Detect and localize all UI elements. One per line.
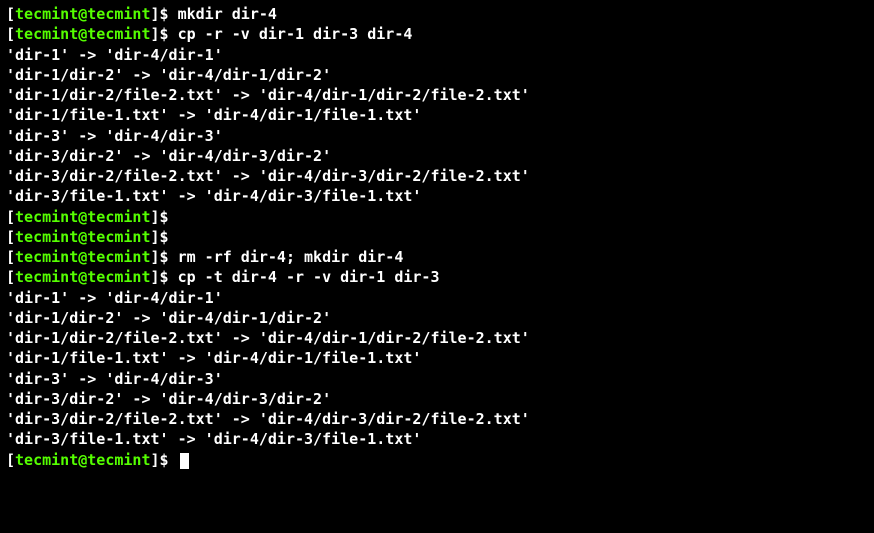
prompt-close-bracket: ] [151, 228, 160, 246]
terminal-line: [tecmint@tecmint]$ [6, 207, 868, 227]
output-text: 'dir-1/dir-2/file-2.txt' -> 'dir-4/dir-1… [6, 329, 530, 347]
command-text [169, 228, 178, 246]
terminal-line: 'dir-1/dir-2' -> 'dir-4/dir-1/dir-2' [6, 65, 868, 85]
prompt-close-bracket: ] [151, 208, 160, 226]
output-text: 'dir-3/file-1.txt' -> 'dir-4/dir-3/file-… [6, 430, 421, 448]
prompt-user-host: tecmint@tecmint [15, 451, 150, 469]
terminal-line: [tecmint@tecmint]$ [6, 450, 868, 470]
output-text: 'dir-3/file-1.txt' -> 'dir-4/dir-3/file-… [6, 187, 421, 205]
terminal-line: 'dir-3/dir-2' -> 'dir-4/dir-3/dir-2' [6, 146, 868, 166]
terminal-line: 'dir-1/dir-2' -> 'dir-4/dir-1/dir-2' [6, 308, 868, 328]
terminal-line: 'dir-1/dir-2/file-2.txt' -> 'dir-4/dir-1… [6, 85, 868, 105]
prompt-user-host: tecmint@tecmint [15, 248, 150, 266]
terminal-line: [tecmint@tecmint]$ cp -r -v dir-1 dir-3 … [6, 24, 868, 44]
output-text: 'dir-1/dir-2' -> 'dir-4/dir-1/dir-2' [6, 309, 331, 327]
terminal-line: 'dir-3/dir-2/file-2.txt' -> 'dir-4/dir-3… [6, 166, 868, 186]
terminal-line: 'dir-3' -> 'dir-4/dir-3' [6, 126, 868, 146]
terminal-output[interactable]: [tecmint@tecmint]$ mkdir dir-4[tecmint@t… [6, 4, 868, 470]
prompt-dollar: $ [160, 228, 169, 246]
terminal-line: 'dir-3/dir-2' -> 'dir-4/dir-3/dir-2' [6, 389, 868, 409]
prompt-user-host: tecmint@tecmint [15, 228, 150, 246]
terminal-line: 'dir-3' -> 'dir-4/dir-3' [6, 369, 868, 389]
terminal-line: 'dir-1' -> 'dir-4/dir-1' [6, 288, 868, 308]
prompt-open-bracket: [ [6, 5, 15, 23]
command-text: rm -rf dir-4; mkdir dir-4 [169, 248, 404, 266]
terminal-line: 'dir-3/dir-2/file-2.txt' -> 'dir-4/dir-3… [6, 409, 868, 429]
prompt-open-bracket: [ [6, 208, 15, 226]
output-text: 'dir-3/dir-2/file-2.txt' -> 'dir-4/dir-3… [6, 167, 530, 185]
command-text: mkdir dir-4 [169, 5, 277, 23]
terminal-line: 'dir-1/file-1.txt' -> 'dir-4/dir-1/file-… [6, 105, 868, 125]
prompt-close-bracket: ] [151, 5, 160, 23]
prompt-open-bracket: [ [6, 451, 15, 469]
terminal-line: [tecmint@tecmint]$ [6, 227, 868, 247]
prompt-dollar: $ [160, 248, 169, 266]
prompt-open-bracket: [ [6, 25, 15, 43]
output-text: 'dir-1/dir-2' -> 'dir-4/dir-1/dir-2' [6, 66, 331, 84]
command-text: cp -r -v dir-1 dir-3 dir-4 [169, 25, 413, 43]
output-text: 'dir-3/dir-2' -> 'dir-4/dir-3/dir-2' [6, 147, 331, 165]
terminal-line: [tecmint@tecmint]$ cp -t dir-4 -r -v dir… [6, 267, 868, 287]
prompt-dollar: $ [160, 25, 169, 43]
prompt-dollar: $ [160, 451, 169, 469]
prompt-close-bracket: ] [151, 248, 160, 266]
output-text: 'dir-1' -> 'dir-4/dir-1' [6, 46, 223, 64]
output-text: 'dir-1' -> 'dir-4/dir-1' [6, 289, 223, 307]
prompt-dollar: $ [160, 268, 169, 286]
command-text: cp -t dir-4 -r -v dir-1 dir-3 [169, 268, 440, 286]
cursor [180, 453, 189, 469]
terminal-line: 'dir-1' -> 'dir-4/dir-1' [6, 45, 868, 65]
prompt-close-bracket: ] [151, 25, 160, 43]
terminal-line: [tecmint@tecmint]$ mkdir dir-4 [6, 4, 868, 24]
output-text: 'dir-1/file-1.txt' -> 'dir-4/dir-1/file-… [6, 106, 421, 124]
prompt-open-bracket: [ [6, 248, 15, 266]
prompt-close-bracket: ] [151, 451, 160, 469]
terminal-line: [tecmint@tecmint]$ rm -rf dir-4; mkdir d… [6, 247, 868, 267]
prompt-dollar: $ [160, 208, 169, 226]
output-text: 'dir-3/dir-2' -> 'dir-4/dir-3/dir-2' [6, 390, 331, 408]
output-text: 'dir-1/dir-2/file-2.txt' -> 'dir-4/dir-1… [6, 86, 530, 104]
prompt-close-bracket: ] [151, 268, 160, 286]
prompt-dollar: $ [160, 5, 169, 23]
prompt-user-host: tecmint@tecmint [15, 25, 150, 43]
terminal-line: 'dir-1/dir-2/file-2.txt' -> 'dir-4/dir-1… [6, 328, 868, 348]
command-text [169, 208, 178, 226]
output-text: 'dir-1/file-1.txt' -> 'dir-4/dir-1/file-… [6, 349, 421, 367]
command-text [169, 451, 178, 469]
prompt-user-host: tecmint@tecmint [15, 5, 150, 23]
output-text: 'dir-3' -> 'dir-4/dir-3' [6, 370, 223, 388]
terminal-line: 'dir-1/file-1.txt' -> 'dir-4/dir-1/file-… [6, 348, 868, 368]
terminal-line: 'dir-3/file-1.txt' -> 'dir-4/dir-3/file-… [6, 429, 868, 449]
prompt-user-host: tecmint@tecmint [15, 208, 150, 226]
prompt-open-bracket: [ [6, 268, 15, 286]
output-text: 'dir-3/dir-2/file-2.txt' -> 'dir-4/dir-3… [6, 410, 530, 428]
terminal-line: 'dir-3/file-1.txt' -> 'dir-4/dir-3/file-… [6, 186, 868, 206]
output-text: 'dir-3' -> 'dir-4/dir-3' [6, 127, 223, 145]
prompt-user-host: tecmint@tecmint [15, 268, 150, 286]
prompt-open-bracket: [ [6, 228, 15, 246]
